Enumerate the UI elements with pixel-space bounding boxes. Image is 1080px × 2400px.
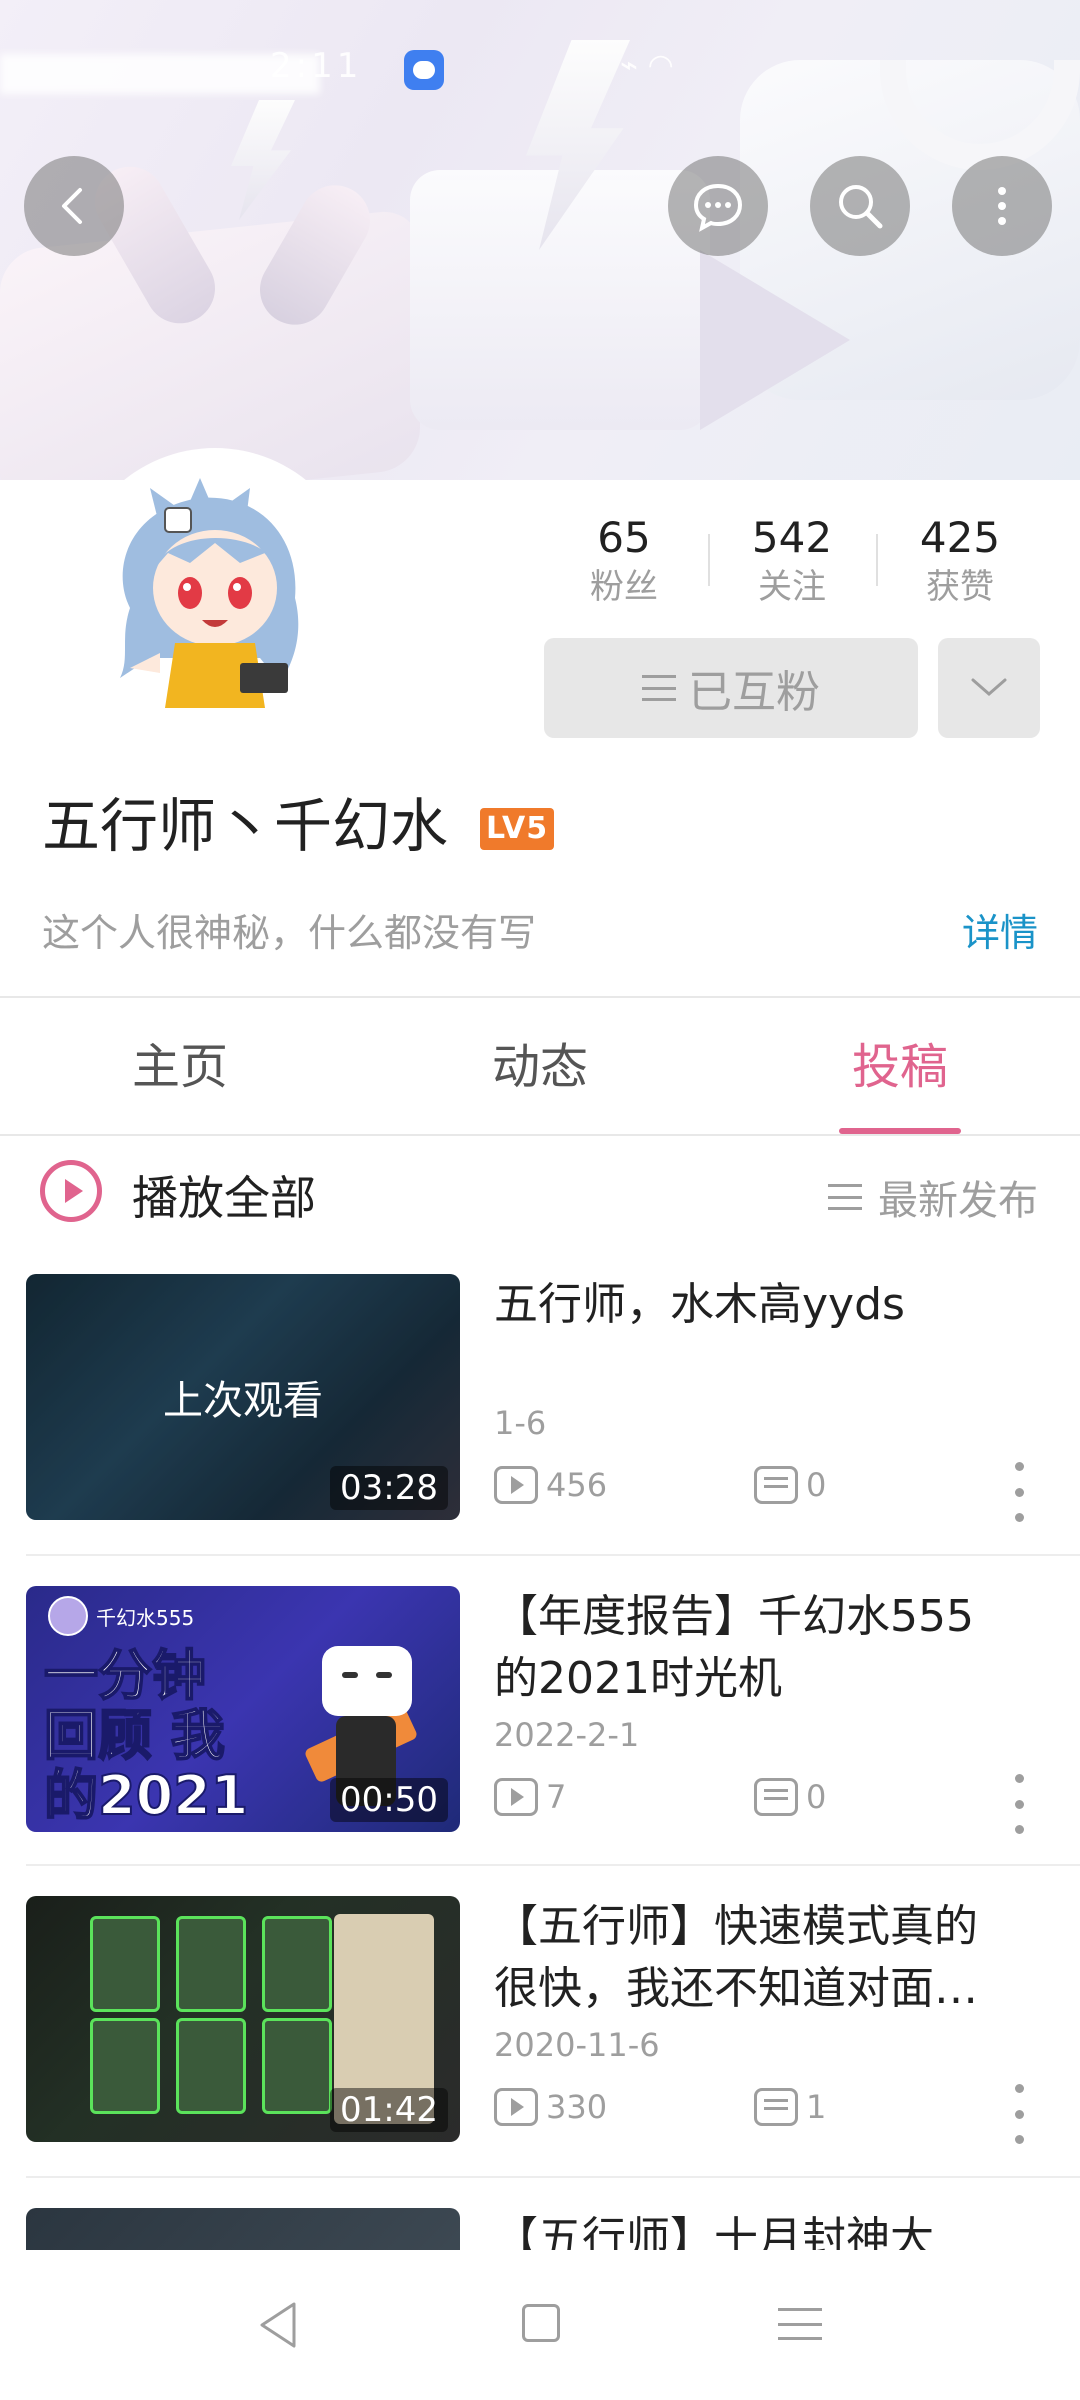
divider bbox=[26, 1864, 1080, 1866]
stat-label: 关注 bbox=[758, 567, 826, 607]
video-date: 1-6 bbox=[494, 1404, 547, 1442]
play-all-bar: 播放全部 最新发布 bbox=[0, 1152, 1080, 1242]
view-count: 7 bbox=[546, 1778, 567, 1816]
sort-lines-icon bbox=[828, 1184, 862, 1210]
anime-girl-avatar-icon bbox=[120, 478, 299, 708]
search-button[interactable] bbox=[810, 156, 910, 256]
video-comments: 0 bbox=[754, 1466, 826, 1504]
chevron-down-icon bbox=[971, 678, 1007, 696]
video-thumbnail[interactable]: 千幻水555 一分钟 回顾 我的2021 00:50 bbox=[26, 1586, 460, 1832]
stat-value: 65 bbox=[597, 513, 651, 562]
play-all-button[interactable]: 播放全部 bbox=[132, 1162, 316, 1228]
comment-icon bbox=[754, 1466, 798, 1504]
status-bar: 2:11 ⌁ ◠ bbox=[0, 40, 1080, 94]
play-count-icon bbox=[494, 2088, 538, 2126]
comment-icon bbox=[754, 2088, 798, 2126]
video-thumbnail[interactable]: 01:42 bbox=[26, 1896, 460, 2142]
play-count-icon bbox=[494, 1778, 538, 1816]
video-comments: 0 bbox=[754, 1778, 826, 1816]
view-count: 330 bbox=[546, 2088, 608, 2126]
user-bio: 这个人很神秘，什么都没有写 bbox=[42, 911, 537, 955]
nav-back-icon[interactable] bbox=[256, 2300, 300, 2350]
video-more-button[interactable] bbox=[1004, 1462, 1034, 1522]
video-duration: 01:42 bbox=[330, 2088, 448, 2132]
search-icon bbox=[839, 185, 883, 229]
tab-dynamics[interactable]: 动态 bbox=[360, 1000, 720, 1134]
play-circle-icon[interactable] bbox=[40, 1160, 102, 1222]
signal-wifi-icon: ⌁ ◠ bbox=[620, 48, 674, 83]
video-duration: 00:50 bbox=[330, 1778, 448, 1822]
divider bbox=[0, 996, 1080, 998]
mutual-follow-button[interactable]: 已互粉 bbox=[544, 638, 918, 738]
details-link[interactable]: 详情 bbox=[962, 902, 1038, 957]
menu-lines-icon bbox=[642, 675, 676, 701]
expand-dropdown-button[interactable] bbox=[938, 638, 1040, 738]
video-item[interactable]: 千幻水555 一分钟 回顾 我的2021 00:50 【年度报告】千幻水555的… bbox=[0, 1586, 1080, 1896]
video-title: 五行师，水木高yyds bbox=[494, 1279, 905, 1330]
video-thumbnail[interactable]: 上次观看 03:28 bbox=[26, 1274, 460, 1520]
follow-label: 已互粉 bbox=[688, 667, 820, 718]
video-more-button[interactable] bbox=[1004, 1774, 1034, 1834]
profile-tabs: 主页 动态 投稿 bbox=[0, 1000, 1080, 1134]
video-views: 7 bbox=[494, 1778, 566, 1816]
divider bbox=[26, 2176, 1080, 2178]
comment-count: 0 bbox=[806, 1778, 827, 1816]
stat-likes[interactable]: 425 获赞 bbox=[876, 512, 1044, 612]
video-views: 330 bbox=[494, 2088, 607, 2126]
thumbnail-channel: 千幻水555 bbox=[48, 1596, 194, 1636]
more-vertical-icon bbox=[998, 187, 1006, 225]
video-more-button[interactable] bbox=[1004, 2084, 1034, 2144]
message-button[interactable] bbox=[668, 156, 768, 256]
tab-home[interactable]: 主页 bbox=[0, 1000, 360, 1134]
nav-recents-icon[interactable] bbox=[778, 2308, 822, 2340]
app-notification-icon bbox=[404, 50, 444, 90]
channel-avatar bbox=[48, 1596, 88, 1636]
comment-count: 0 bbox=[806, 1466, 827, 1504]
chevron-left-icon bbox=[62, 188, 82, 224]
tab-uploads[interactable]: 投稿 bbox=[720, 1000, 1080, 1134]
video-thumbnail[interactable] bbox=[26, 2208, 460, 2250]
more-options-button[interactable] bbox=[952, 156, 1052, 256]
chat-bubble-icon bbox=[693, 183, 743, 232]
video-date: 2020-11-6 bbox=[494, 2026, 660, 2064]
level-badge: LV5 bbox=[480, 808, 555, 850]
comment-icon bbox=[754, 1778, 798, 1816]
video-date: 2022-2-1 bbox=[494, 1716, 640, 1754]
video-comments: 1 bbox=[754, 2088, 826, 2126]
stat-value: 425 bbox=[919, 513, 1001, 562]
video-title: 【年度报告】千幻水555的2021时光机 bbox=[494, 1591, 974, 1704]
profile-banner: 2:11 ⌁ ◠ bbox=[0, 0, 1080, 480]
view-count: 456 bbox=[546, 1466, 608, 1504]
divider bbox=[26, 1554, 1080, 1556]
stat-value: 542 bbox=[751, 513, 833, 562]
video-title: 【五行师】十月封神大 bbox=[494, 2213, 934, 2250]
thumbnail-headline: 一分钟 回顾 我的2021 bbox=[43, 1644, 249, 1827]
sort-button[interactable]: 最新发布 bbox=[828, 1168, 1038, 1226]
nav-home-icon[interactable] bbox=[522, 2304, 560, 2342]
video-duration: 03:28 bbox=[330, 1466, 448, 1510]
back-button[interactable] bbox=[24, 156, 124, 256]
system-nav-bar bbox=[0, 2250, 1080, 2400]
video-item[interactable]: 上次观看 03:28 五行师，水木高yyds 1-6 456 0 bbox=[0, 1274, 1080, 1584]
video-item[interactable]: 01:42 【五行师】快速模式真的很快，我还不知道对面… 2020-11-6 3… bbox=[0, 1896, 1080, 2206]
status-time: 2:11 bbox=[270, 46, 363, 86]
video-views: 456 bbox=[494, 1466, 607, 1504]
thumbnail-channel-name: 千幻水555 bbox=[96, 1605, 195, 1630]
stat-fans[interactable]: 65 粉丝 bbox=[540, 512, 708, 612]
sort-label: 最新发布 bbox=[878, 1178, 1038, 1224]
profile-stats: 65 粉丝 542 关注 425 获赞 bbox=[540, 512, 1060, 612]
play-count-icon bbox=[494, 1466, 538, 1504]
stat-following[interactable]: 542 关注 bbox=[708, 512, 876, 612]
username: 五行师丶千幻水 bbox=[42, 792, 449, 860]
video-item[interactable]: 【五行师】十月封神大 bbox=[0, 2208, 1080, 2250]
tv-mascot-icon bbox=[322, 1646, 412, 1716]
divider bbox=[0, 1134, 1080, 1136]
stat-label: 粉丝 bbox=[590, 567, 658, 607]
stat-label: 获赞 bbox=[926, 567, 994, 607]
avatar[interactable] bbox=[70, 448, 360, 738]
video-title: 【五行师】快速模式真的很快，我还不知道对面… bbox=[494, 1901, 978, 2014]
comment-count: 1 bbox=[806, 2088, 827, 2126]
